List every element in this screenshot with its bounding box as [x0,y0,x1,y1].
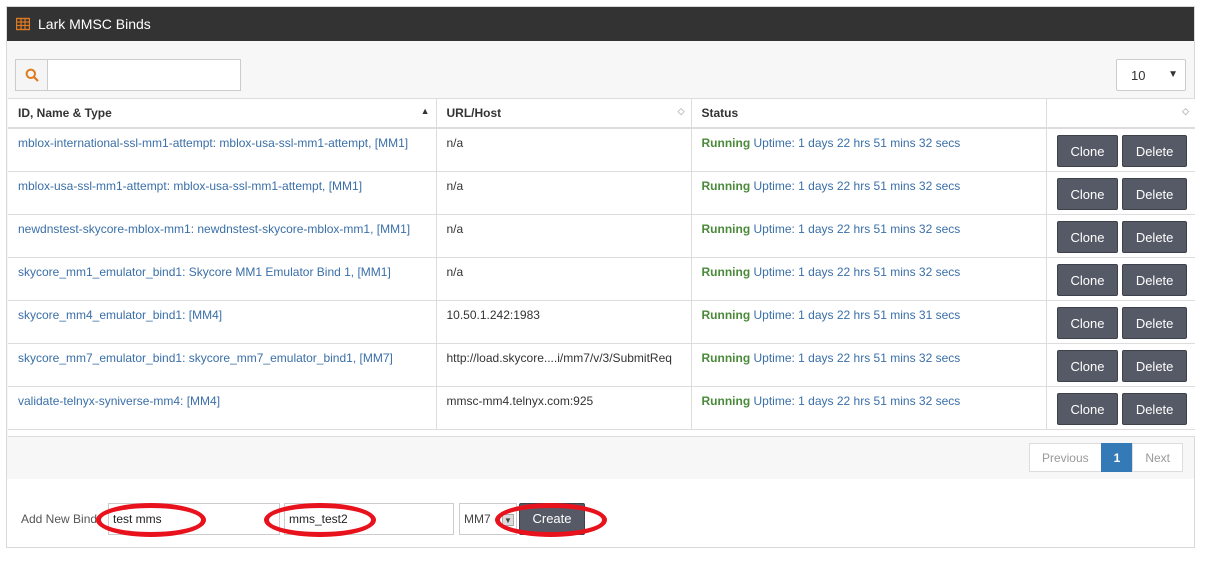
panel-title: Lark MMSC Binds [38,16,151,32]
binds-table: ID, Name & Type ▲ URL/Host ◇ Status ◇ mb… [8,98,1195,437]
row-actions: Clone Delete [1046,128,1195,172]
bind-status: Running Uptime: 1 days 22 hrs 51 mins 32… [691,343,1047,387]
status-uptime: Uptime: 1 days 22 hrs 51 mins 32 secs [753,350,961,365]
pagination: Previous 1 Next [1028,443,1183,472]
status-uptime: Uptime: 1 days 22 hrs 51 mins 32 secs [753,221,961,236]
bind-status: Running Uptime: 1 days 22 hrs 51 mins 32… [691,214,1047,258]
clone-button[interactable]: Clone [1056,392,1119,425]
column-header-url-host[interactable]: URL/Host ◇ [436,99,692,129]
search-input[interactable] [47,59,241,91]
clone-button[interactable]: Clone [1056,220,1119,253]
status-running: Running [701,178,751,193]
table-row: validate-telnyx-syniverse-mm4: [MM4] mms… [8,386,1195,430]
column-label: URL/Host [446,106,502,120]
page-size-select[interactable]: 10 ▼ [1116,59,1186,91]
status-running: Running [701,221,751,236]
bind-status: Running Uptime: 1 days 22 hrs 51 mins 32… [691,386,1047,430]
status-running: Running [701,307,751,322]
row-actions: Clone Delete [1046,300,1195,344]
table-row: newdnstest-skycore-mblox-mm1: newdnstest… [8,214,1195,258]
column-header-id-name-type[interactable]: ID, Name & Type ▲ [8,99,437,129]
create-button[interactable]: Create [519,503,585,535]
table-toolbar: 10 ▼ [15,59,1186,91]
column-label: ID, Name & Type [18,106,112,120]
delete-button[interactable]: Delete [1121,349,1188,382]
search-icon [25,68,39,82]
status-uptime: Uptime: 1 days 22 hrs 51 mins 32 secs [753,393,961,408]
clone-button[interactable]: Clone [1056,177,1119,210]
bind-url: mmsc-mm4.telnyx.com:925 [436,386,692,430]
row-actions: Clone Delete [1046,386,1195,430]
bind-url: n/a [436,257,692,301]
search-button[interactable] [15,59,47,91]
bind-status: Running Uptime: 1 days 22 hrs 51 mins 31… [691,300,1047,344]
chevron-down-icon: ▼ [502,514,514,526]
status-running: Running [701,350,751,365]
bind-url: http://load.skycore....i/mm7/v/3/SubmitR… [436,343,692,387]
delete-button[interactable]: Delete [1121,177,1188,210]
mmsc-binds-panel: Lark MMSC Binds 10 ▼ ID, Name & Type ▲ U… [6,6,1195,548]
bind-name-link[interactable]: newdnstest-skycore-mblox-mm1: newdnstest… [8,214,437,258]
clone-button[interactable]: Clone [1056,135,1119,167]
column-label: Status [701,106,739,120]
bind-status: Running Uptime: 1 days 22 hrs 51 mins 32… [691,171,1047,215]
status-running: Running [701,264,751,279]
panel-header: Lark MMSC Binds [7,7,1194,41]
page-size-value: 10 [1131,67,1146,83]
table-row: skycore_mm7_emulator_bind1: skycore_mm7_… [8,343,1195,387]
bind-name-link[interactable]: skycore_mm4_emulator_bind1: [MM4] [8,300,437,344]
clone-button[interactable]: Clone [1056,306,1119,339]
bind-type-value: MM7 [464,512,491,526]
table-row: mblox-usa-ssl-mm1-attempt: mblox-usa-ssl… [8,171,1195,215]
bind-name-link[interactable]: skycore_mm1_emulator_bind1: Skycore MM1 … [8,257,437,301]
delete-button[interactable]: Delete [1121,135,1188,167]
search-group [15,59,241,91]
bind-name-input[interactable] [284,503,454,535]
bind-status: Running Uptime: 1 days 22 hrs 51 mins 32… [691,128,1047,172]
table-row: mblox-international-ssl-mm1-attempt: mbl… [8,128,1195,172]
sort-icon: ◇ [1182,106,1189,116]
bind-url: n/a [436,171,692,215]
delete-button[interactable]: Delete [1121,263,1188,296]
add-bind-bar: Add New Bind: MM7 ▼ Create [7,479,1194,547]
status-running: Running [701,393,751,408]
table-row: skycore_mm4_emulator_bind1: [MM4] 10.50.… [8,300,1195,344]
status-uptime: Uptime: 1 days 22 hrs 51 mins 32 secs [753,264,961,279]
bind-url: n/a [436,128,692,172]
bind-id-input[interactable] [108,503,280,535]
bind-type-select[interactable]: MM7 ▼ [459,503,517,535]
pager-page-1[interactable]: 1 [1100,443,1134,472]
status-running: Running [701,136,751,150]
delete-button[interactable]: Delete [1121,392,1188,425]
table-row: skycore_mm1_emulator_bind1: Skycore MM1 … [8,257,1195,301]
add-bind-label: Add New Bind: [21,512,101,526]
column-header-status: Status [691,99,1047,129]
bind-name-link[interactable]: skycore_mm7_emulator_bind1: skycore_mm7_… [8,343,437,387]
clone-button[interactable]: Clone [1056,263,1119,296]
status-uptime: Uptime: 1 days 22 hrs 51 mins 32 secs [753,178,961,193]
chevron-down-icon: ▼ [1168,69,1178,80]
sort-icon: ◇ [677,106,685,116]
row-actions: Clone Delete [1046,214,1195,258]
sort-asc-icon: ▲ [420,106,430,116]
pager-previous[interactable]: Previous [1028,443,1102,472]
row-actions: Clone Delete [1046,257,1195,301]
pager-next[interactable]: Next [1132,443,1183,472]
bind-name-link[interactable]: validate-telnyx-syniverse-mm4: [MM4] [8,386,437,430]
bind-url: 10.50.1.242:1983 [436,300,692,344]
table-icon [15,17,31,31]
row-actions: Clone Delete [1046,171,1195,215]
table-header-row: ID, Name & Type ▲ URL/Host ◇ Status ◇ [8,99,1195,129]
delete-button[interactable]: Delete [1121,306,1188,339]
bind-url: n/a [436,214,692,258]
row-actions: Clone Delete [1046,343,1195,387]
bind-name-link[interactable]: mblox-international-ssl-mm1-attempt: mbl… [8,128,437,172]
status-uptime: Uptime: 1 days 22 hrs 51 mins 31 secs [753,307,961,322]
delete-button[interactable]: Delete [1121,220,1188,253]
clone-button[interactable]: Clone [1056,349,1119,382]
column-header-actions[interactable]: ◇ [1046,99,1195,129]
bind-status: Running Uptime: 1 days 22 hrs 51 mins 32… [691,257,1047,301]
bind-name-link[interactable]: mblox-usa-ssl-mm1-attempt: mblox-usa-ssl… [8,171,437,215]
status-uptime: Uptime: 1 days 22 hrs 51 mins 32 secs [753,136,961,150]
